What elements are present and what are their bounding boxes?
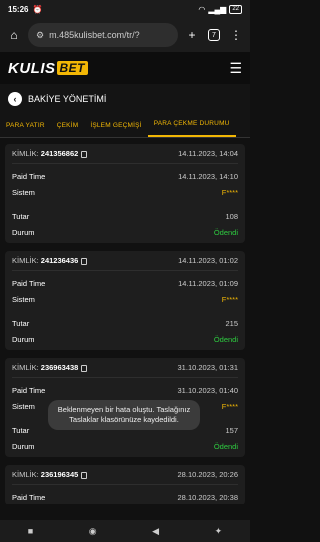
- new-tab-icon[interactable]: +: [184, 27, 200, 43]
- durum-row: Durum Ödendi: [12, 227, 238, 237]
- created-date: 14.11.2023, 14:04: [178, 149, 238, 158]
- sistem-row: Sistem F****: [12, 294, 238, 304]
- signal-icon: ▂▄▆: [208, 4, 227, 14]
- status-time: 15:26: [8, 4, 29, 14]
- copy-icon[interactable]: [81, 257, 88, 265]
- android-nav-bar: ■ ◉ ◀ ✦: [0, 520, 250, 542]
- transaction-id: KİMLİK: 236963438: [12, 363, 88, 372]
- address-bar[interactable]: ⚙ m.485kulisbet.com/tr/?: [28, 23, 178, 47]
- created-date: 28.10.2023, 20:26: [177, 470, 238, 479]
- wifi-icon: ◠: [198, 4, 206, 14]
- paid-time-row: Paid Time 14.11.2023, 14:10: [12, 171, 238, 181]
- site-logo[interactable]: KULIS BET: [8, 60, 88, 77]
- card-header: KİMLİK: 241236436 14.11.2023, 01:02: [12, 251, 238, 271]
- transaction-card: KİMLİK: 241356862 14.11.2023, 14:04 Paid…: [5, 144, 245, 243]
- transaction-id: KİMLİK: 236196345: [12, 470, 88, 479]
- durum-row: Durum Ödendi: [12, 441, 238, 451]
- page-header: ‹ BAKİYE YÖNETİMİ: [0, 84, 250, 114]
- site-settings-icon[interactable]: ⚙: [36, 30, 44, 41]
- recent-apps-icon[interactable]: ■: [28, 526, 33, 536]
- home-icon[interactable]: ⌂: [6, 27, 22, 43]
- tab-cekim[interactable]: ÇEKİM: [51, 122, 85, 137]
- alarm-icon: ⏰: [32, 4, 43, 14]
- back-button[interactable]: ‹: [8, 92, 22, 106]
- copy-icon[interactable]: [81, 364, 88, 372]
- transaction-id: KİMLİK: 241356862: [12, 149, 88, 158]
- copy-icon[interactable]: [81, 471, 88, 479]
- browser-toolbar: ⌂ ⚙ m.485kulisbet.com/tr/? + 7 ⋮: [0, 18, 250, 52]
- tab-para-yatir[interactable]: PARA YATIR: [0, 122, 51, 137]
- sistem-row: Sistem F****: [12, 187, 238, 197]
- transaction-card: KİMLİK: 236196345 28.10.2023, 20:26 Paid…: [5, 465, 245, 504]
- tutar-row: Tutar 108: [12, 211, 238, 221]
- home-nav-icon[interactable]: ◉: [89, 526, 97, 537]
- created-date: 31.10.2023, 01:31: [177, 363, 238, 372]
- status-badge: Ödendi: [213, 334, 238, 344]
- card-header: KİMLİK: 236963438 31.10.2023, 01:31: [12, 358, 238, 378]
- error-toast: Beklenmeyen bir hata oluştu. Taslağınız …: [48, 400, 200, 430]
- paid-time-row: Paid Time 31.10.2023, 01:40: [12, 385, 238, 395]
- status-right: ◠ ▂▄▆ 22: [198, 4, 242, 14]
- url-text: m.485kulisbet.com/tr/?: [49, 30, 140, 40]
- page-title: BAKİYE YÖNETİMİ: [28, 94, 107, 104]
- durum-row: Durum Ödendi: [12, 334, 238, 344]
- created-date: 14.11.2023, 01:02: [178, 256, 238, 265]
- balance-tabs: PARA YATIR ÇEKİM İŞLEM GEÇMİŞİ PARA ÇEKM…: [0, 114, 250, 138]
- site-header: KULIS BET ☰: [0, 52, 250, 84]
- overflow-menu-icon[interactable]: ⋮: [228, 27, 244, 43]
- paid-time-row: Paid Time 14.11.2023, 01:09: [12, 278, 238, 288]
- paid-time-row: Paid Time 28.10.2023, 20:38: [12, 492, 238, 502]
- card-header: KİMLİK: 236196345 28.10.2023, 20:26: [12, 465, 238, 485]
- status-badge: Ödendi: [213, 441, 238, 451]
- card-header: KİMLİK: 241356862 14.11.2023, 14:04: [12, 144, 238, 164]
- transaction-id: KİMLİK: 241236436: [12, 256, 88, 265]
- transaction-card: KİMLİK: 241236436 14.11.2023, 01:02 Paid…: [5, 251, 245, 350]
- withdrawal-list[interactable]: KİMLİK: 241356862 14.11.2023, 14:04 Paid…: [0, 138, 250, 504]
- tab-islem-gecmisi[interactable]: İŞLEM GEÇMİŞİ: [84, 122, 147, 137]
- tutar-row: Tutar 215: [12, 318, 238, 328]
- status-bar: 15:26 ⏰ ◠ ▂▄▆ 22: [0, 0, 250, 18]
- tab-switcher-button[interactable]: 7: [206, 27, 222, 43]
- status-badge: Ödendi: [213, 227, 238, 237]
- copy-icon[interactable]: [81, 150, 88, 158]
- hamburger-menu-icon[interactable]: ☰: [229, 60, 242, 77]
- tab-para-cekme-durumu[interactable]: PARA ÇEKME DURUMU: [147, 120, 236, 137]
- back-nav-icon[interactable]: ◀: [152, 526, 159, 537]
- battery-indicator: 22: [229, 4, 242, 14]
- accessibility-icon[interactable]: ✦: [215, 526, 223, 537]
